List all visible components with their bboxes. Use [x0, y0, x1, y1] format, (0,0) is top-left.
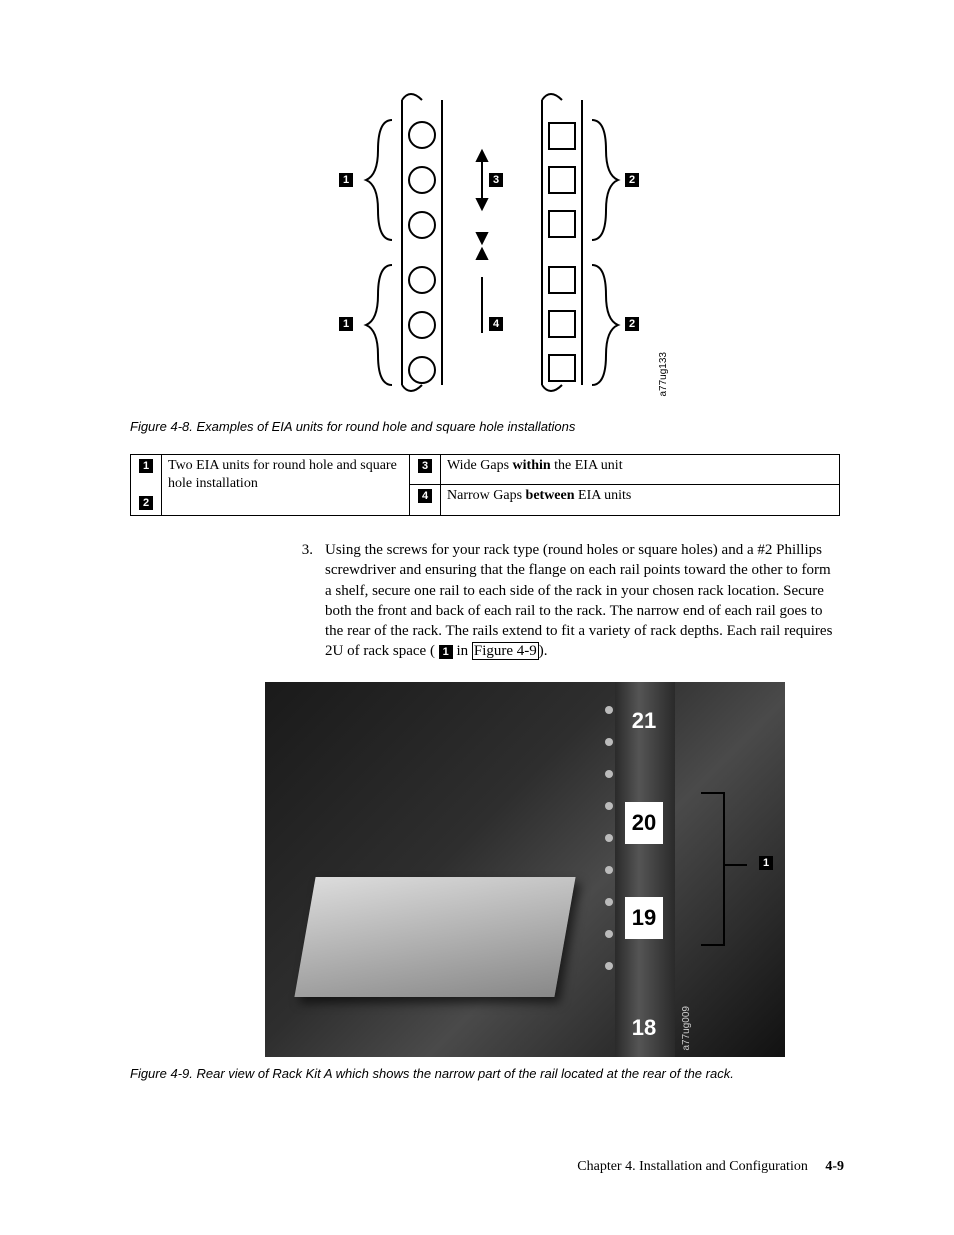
rack-u-label-19: 19	[625, 897, 663, 939]
legend-table: 1 2 Two EIA units for round hole and squ…	[130, 454, 840, 517]
rack-u-label-20: 20	[625, 802, 663, 844]
callout-3: 3	[489, 173, 503, 187]
page-footer: Chapter 4. Installation and Configuratio…	[577, 1158, 844, 1177]
figure-4-8-illustration: 1 1 2 2 3 4 a77ug133	[257, 85, 717, 400]
figure-4-8-caption: Figure 4-8. Examples of EIA units for ro…	[130, 418, 844, 436]
legend-num-4: 4	[418, 489, 432, 503]
figure-4-9-callout-1: 1	[759, 856, 773, 870]
figure-4-9-caption: Figure 4-9. Rear view of Rack Kit A whic…	[130, 1065, 844, 1083]
callout-1a: 1	[339, 173, 353, 187]
callout-2a: 2	[625, 173, 639, 187]
step-3: 3. Using the screws for your rack type (…	[295, 540, 834, 662]
legend-text-4: Narrow Gaps between EIA units	[441, 485, 840, 516]
step-3-text: Using the screws for your rack type (rou…	[325, 540, 834, 662]
figure-4-9-sidelabel: a77ug009	[680, 1006, 694, 1051]
callout-4: 4	[489, 317, 503, 331]
figure-4-9-photo: 21 20 19 18 1 a77ug009	[265, 682, 785, 1057]
figure-4-9-reference[interactable]: Figure 4-9	[472, 642, 539, 660]
footer-page-number: 4-9	[825, 1159, 844, 1174]
rack-u-label-21: 21	[625, 700, 663, 742]
figure-4-8-sidelabel: a77ug133	[658, 352, 669, 397]
legend-text-left: Two EIA units for round hole and square …	[162, 454, 410, 516]
legend-text-3: Wide Gaps within the EIA unit	[441, 454, 840, 485]
legend-num-2: 2	[139, 496, 153, 510]
callout-1b: 1	[339, 317, 353, 331]
rack-u-label-18: 18	[625, 1007, 663, 1049]
legend-num-1: 1	[139, 459, 153, 473]
step-3-callnum: 1	[439, 645, 453, 659]
legend-num-3: 3	[418, 459, 432, 473]
step-3-number: 3.	[295, 540, 313, 662]
callout-2b: 2	[625, 317, 639, 331]
footer-chapter: Chapter 4. Installation and Configuratio…	[577, 1159, 808, 1174]
